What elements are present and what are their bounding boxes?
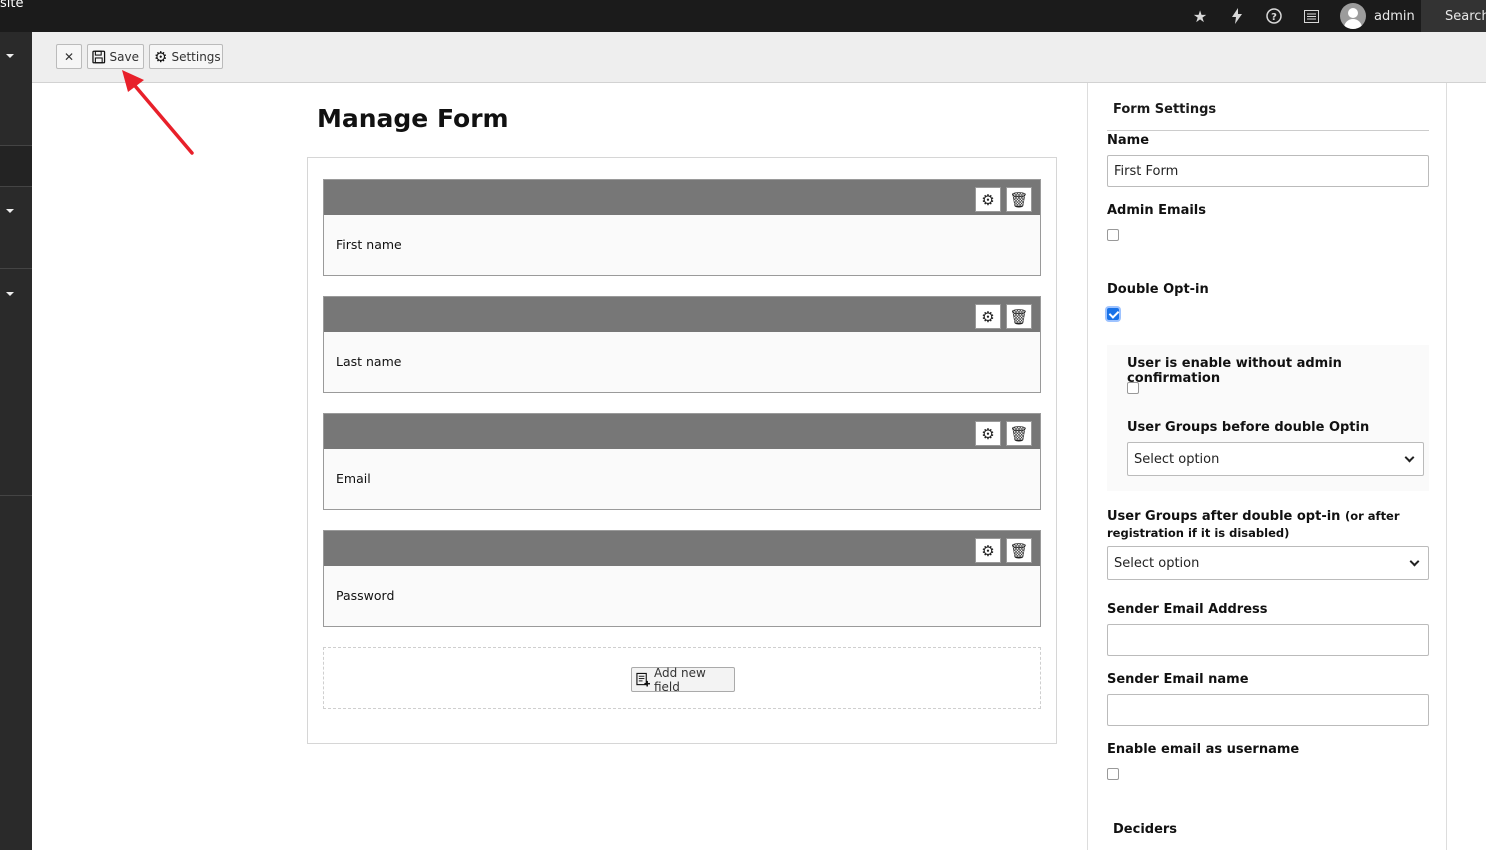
field-label: Password — [336, 588, 395, 603]
username: admin — [1374, 8, 1415, 24]
deciders-label: Deciders — [1113, 822, 1178, 837]
star-icon[interactable]: ★ — [1184, 0, 1216, 32]
field-label: Email — [336, 471, 371, 486]
user-menu[interactable]: admin — [1340, 0, 1420, 32]
annotation-arrow-icon — [122, 70, 194, 155]
field-card-header: ⚙ 🗑 — [324, 180, 1040, 215]
double-optin-label: Double Opt-in — [1107, 282, 1209, 297]
sidebar-item-active[interactable] — [0, 146, 32, 186]
name-input[interactable]: First Form — [1107, 155, 1429, 187]
lightning-icon[interactable] — [1221, 0, 1253, 32]
save-icon — [92, 50, 106, 63]
name-label: Name — [1107, 133, 1150, 148]
trash-icon[interactable]: 🗑 — [1006, 187, 1032, 212]
list-icon[interactable] — [1295, 0, 1327, 32]
chevron-down-icon — [1404, 452, 1415, 462]
sidebar-divider — [0, 268, 32, 269]
site-label[interactable]: site — [0, 0, 23, 11]
add-field-dropzone: Add new field — [323, 647, 1041, 709]
form-field-card: ⚙ 🗑 Password — [323, 530, 1041, 627]
form-field-card: ⚙ 🗑 Email — [323, 413, 1041, 510]
chevron-down-icon[interactable] — [6, 209, 14, 213]
groups-before-label: User Groups before double Optin — [1127, 420, 1370, 435]
gear-icon: ⚙ — [154, 47, 168, 66]
groups-after-label-text: User Groups after double opt-in — [1107, 509, 1341, 524]
field-card-header: ⚙ 🗑 — [324, 414, 1040, 449]
close-icon: ✕ — [63, 49, 75, 64]
top-bar: site ★ ? admin Search — [0, 0, 1486, 32]
settings-label: Settings — [171, 49, 221, 64]
search-label: Search — [1445, 8, 1486, 24]
save-button[interactable]: Save — [87, 44, 144, 69]
user-enable-label: User is enable without admin confirmatio… — [1127, 356, 1342, 386]
field-card-header: ⚙ 🗑 — [324, 297, 1040, 332]
sidebar-divider — [0, 495, 32, 496]
groups-before-value: Select option — [1134, 451, 1220, 467]
chevron-down-icon[interactable] — [6, 292, 14, 296]
add-new-field-button[interactable]: Add new field — [631, 665, 735, 694]
trash-icon[interactable]: 🗑 — [1006, 304, 1032, 329]
close-button[interactable]: ✕ — [56, 44, 82, 69]
gear-icon[interactable]: ⚙ — [975, 421, 1001, 446]
trash-icon[interactable]: 🗑 — [1006, 538, 1032, 563]
sidebar-divider — [0, 186, 32, 187]
add-new-field-label: Add new field — [653, 665, 706, 694]
sender-email-label: Sender Email Address — [1107, 602, 1268, 617]
groups-after-select[interactable]: Select option — [1107, 546, 1429, 580]
groups-after-value: Select option — [1114, 555, 1200, 571]
sender-name-label: Sender Email name — [1107, 672, 1249, 687]
settings-button[interactable]: ⚙ Settings — [149, 44, 223, 69]
form-field-card: ⚙ 🗑 First name — [323, 179, 1041, 276]
settings-divider — [1107, 130, 1429, 131]
save-label: Save — [109, 49, 139, 64]
form-field-card: ⚙ 🗑 Last name — [323, 296, 1041, 393]
double-optin-checkbox[interactable] — [1107, 308, 1119, 320]
gear-icon[interactable]: ⚙ — [975, 538, 1001, 563]
search-button[interactable]: Search — [1421, 0, 1486, 32]
user-avatar-icon — [1340, 3, 1366, 29]
sender-name-input[interactable] — [1107, 694, 1429, 726]
gear-icon[interactable]: ⚙ — [975, 304, 1001, 329]
sender-email-input[interactable] — [1107, 624, 1429, 656]
field-card-header: ⚙ 🗑 — [324, 531, 1040, 566]
groups-before-select[interactable]: Select option — [1127, 442, 1424, 476]
chevron-down-icon[interactable] — [6, 54, 14, 58]
add-field-icon — [636, 672, 650, 687]
svg-text:?: ? — [1271, 12, 1277, 23]
trash-icon[interactable]: 🗑 — [1006, 421, 1032, 446]
settings-title: Form Settings — [1113, 102, 1217, 117]
admin-emails-label: Admin Emails — [1107, 203, 1206, 218]
left-sidebar — [0, 32, 32, 850]
groups-after-label: User Groups after double opt-in (or afte… — [1107, 508, 1407, 542]
email-username-checkbox[interactable] — [1107, 768, 1119, 780]
help-icon[interactable]: ? — [1258, 0, 1290, 32]
chevron-down-icon — [1409, 556, 1420, 566]
form-fields-panel: ⚙ 🗑 First name ⚙ 🗑 Last name ⚙ 🗑 Email ⚙… — [307, 157, 1057, 744]
page-title: Manage Form — [317, 104, 509, 133]
double-optin-options: User is enable without admin confirmatio… — [1107, 345, 1429, 491]
field-label: Last name — [336, 354, 402, 369]
user-enable-checkbox[interactable] — [1127, 382, 1139, 394]
form-settings-panel: Form Settings Name First Form Admin Emai… — [1087, 83, 1447, 850]
field-label: First name — [336, 237, 402, 252]
email-username-label: Enable email as username — [1107, 742, 1300, 757]
editor-toolbar: ✕ Save ⚙ Settings — [32, 32, 1486, 83]
gear-icon[interactable]: ⚙ — [975, 187, 1001, 212]
admin-emails-checkbox[interactable] — [1107, 229, 1119, 241]
